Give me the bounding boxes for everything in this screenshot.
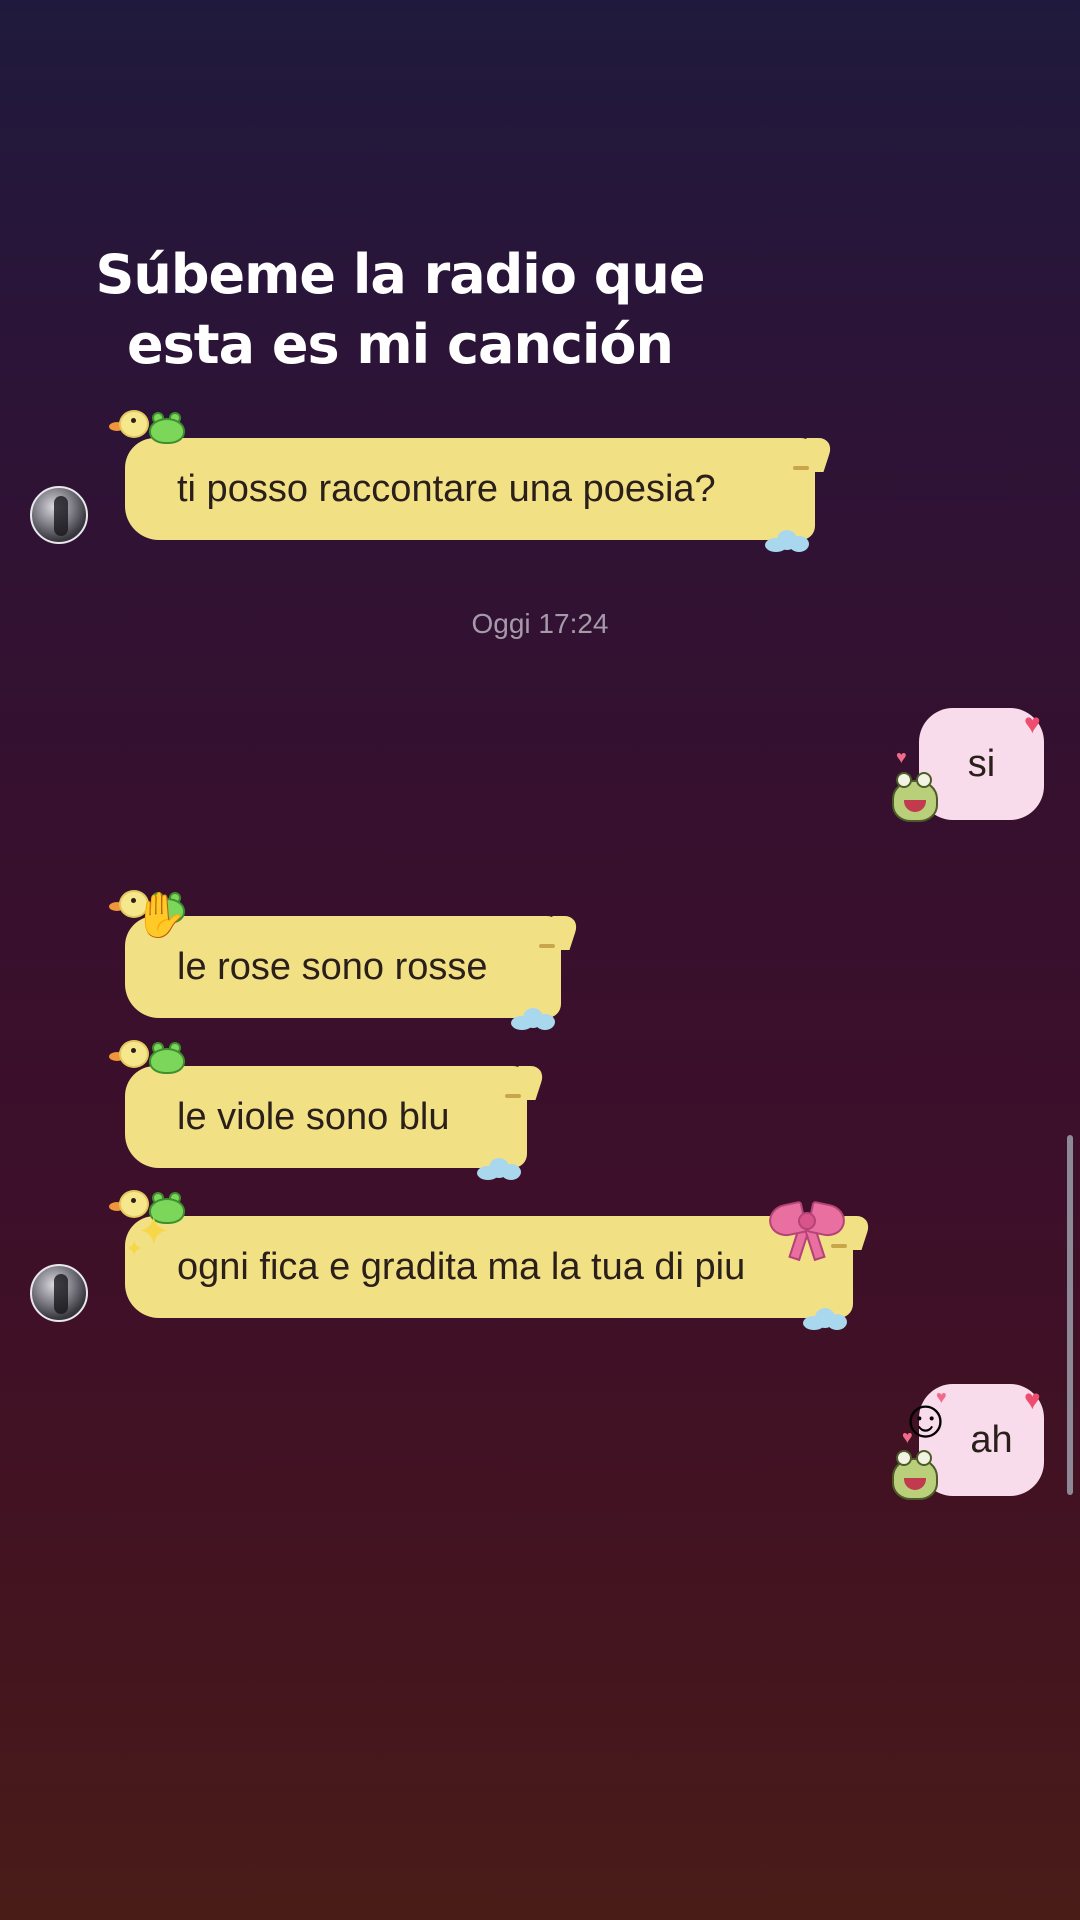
- cloud-icon: [511, 1008, 555, 1030]
- frog-sticker-icon: [890, 770, 940, 824]
- pink-bow-icon: [766, 1198, 848, 1262]
- smiling-face-with-hearts-icon: ☺: [898, 1389, 954, 1449]
- frog-icon: [147, 1040, 187, 1076]
- heart-icon: ♥: [896, 747, 907, 767]
- sparkles-icon: ✦: [125, 1236, 144, 1261]
- heart-icon: ♥: [1024, 1384, 1041, 1415]
- cloud-icon: [477, 1158, 521, 1180]
- frog-icon: [147, 410, 187, 446]
- heart-icon: ♥: [1024, 708, 1041, 739]
- chat-timestamp: Oggi 17:24: [471, 608, 609, 639]
- incoming-message-bubble[interactable]: le viole sono blu: [109, 1040, 527, 1180]
- caption-line-2: esta es mi canción: [127, 313, 674, 376]
- message-text: le rose sono rosse: [177, 945, 488, 988]
- waving-hand-icon: ✋: [133, 891, 188, 940]
- bubble-tail-mark: [539, 944, 555, 948]
- sender-avatar[interactable]: [30, 1264, 88, 1322]
- message-text: ti posso raccontare una poesia?: [177, 467, 716, 510]
- incoming-message-bubble[interactable]: ti posso raccontare una poesia?: [109, 410, 815, 552]
- message-text: le viole sono blu: [177, 1095, 450, 1138]
- bubble-tail-mark: [505, 1094, 521, 1098]
- bubble-tail-mark: [793, 466, 809, 470]
- message-text: si: [967, 742, 996, 785]
- caption-line-1: Súbeme la radio que: [95, 243, 706, 306]
- incoming-message-bubble[interactable]: ogni fica e gradita ma la tua di piu ✦ ✦: [109, 1190, 853, 1330]
- incoming-message-bubble[interactable]: le rose sono rosse ✋: [109, 890, 561, 1030]
- chat-scrollbar[interactable]: [1067, 1135, 1073, 1495]
- cloud-icon: [803, 1308, 847, 1330]
- message-text: ah: [970, 1418, 1013, 1461]
- sender-avatar[interactable]: [30, 486, 88, 544]
- cloud-icon: [765, 530, 809, 552]
- frog-sticker-icon: [890, 1448, 940, 1502]
- story-caption: Súbeme la radio que esta es mi canción: [60, 240, 740, 380]
- message-text: ogni fica e gradita ma la tua di piu: [177, 1245, 746, 1288]
